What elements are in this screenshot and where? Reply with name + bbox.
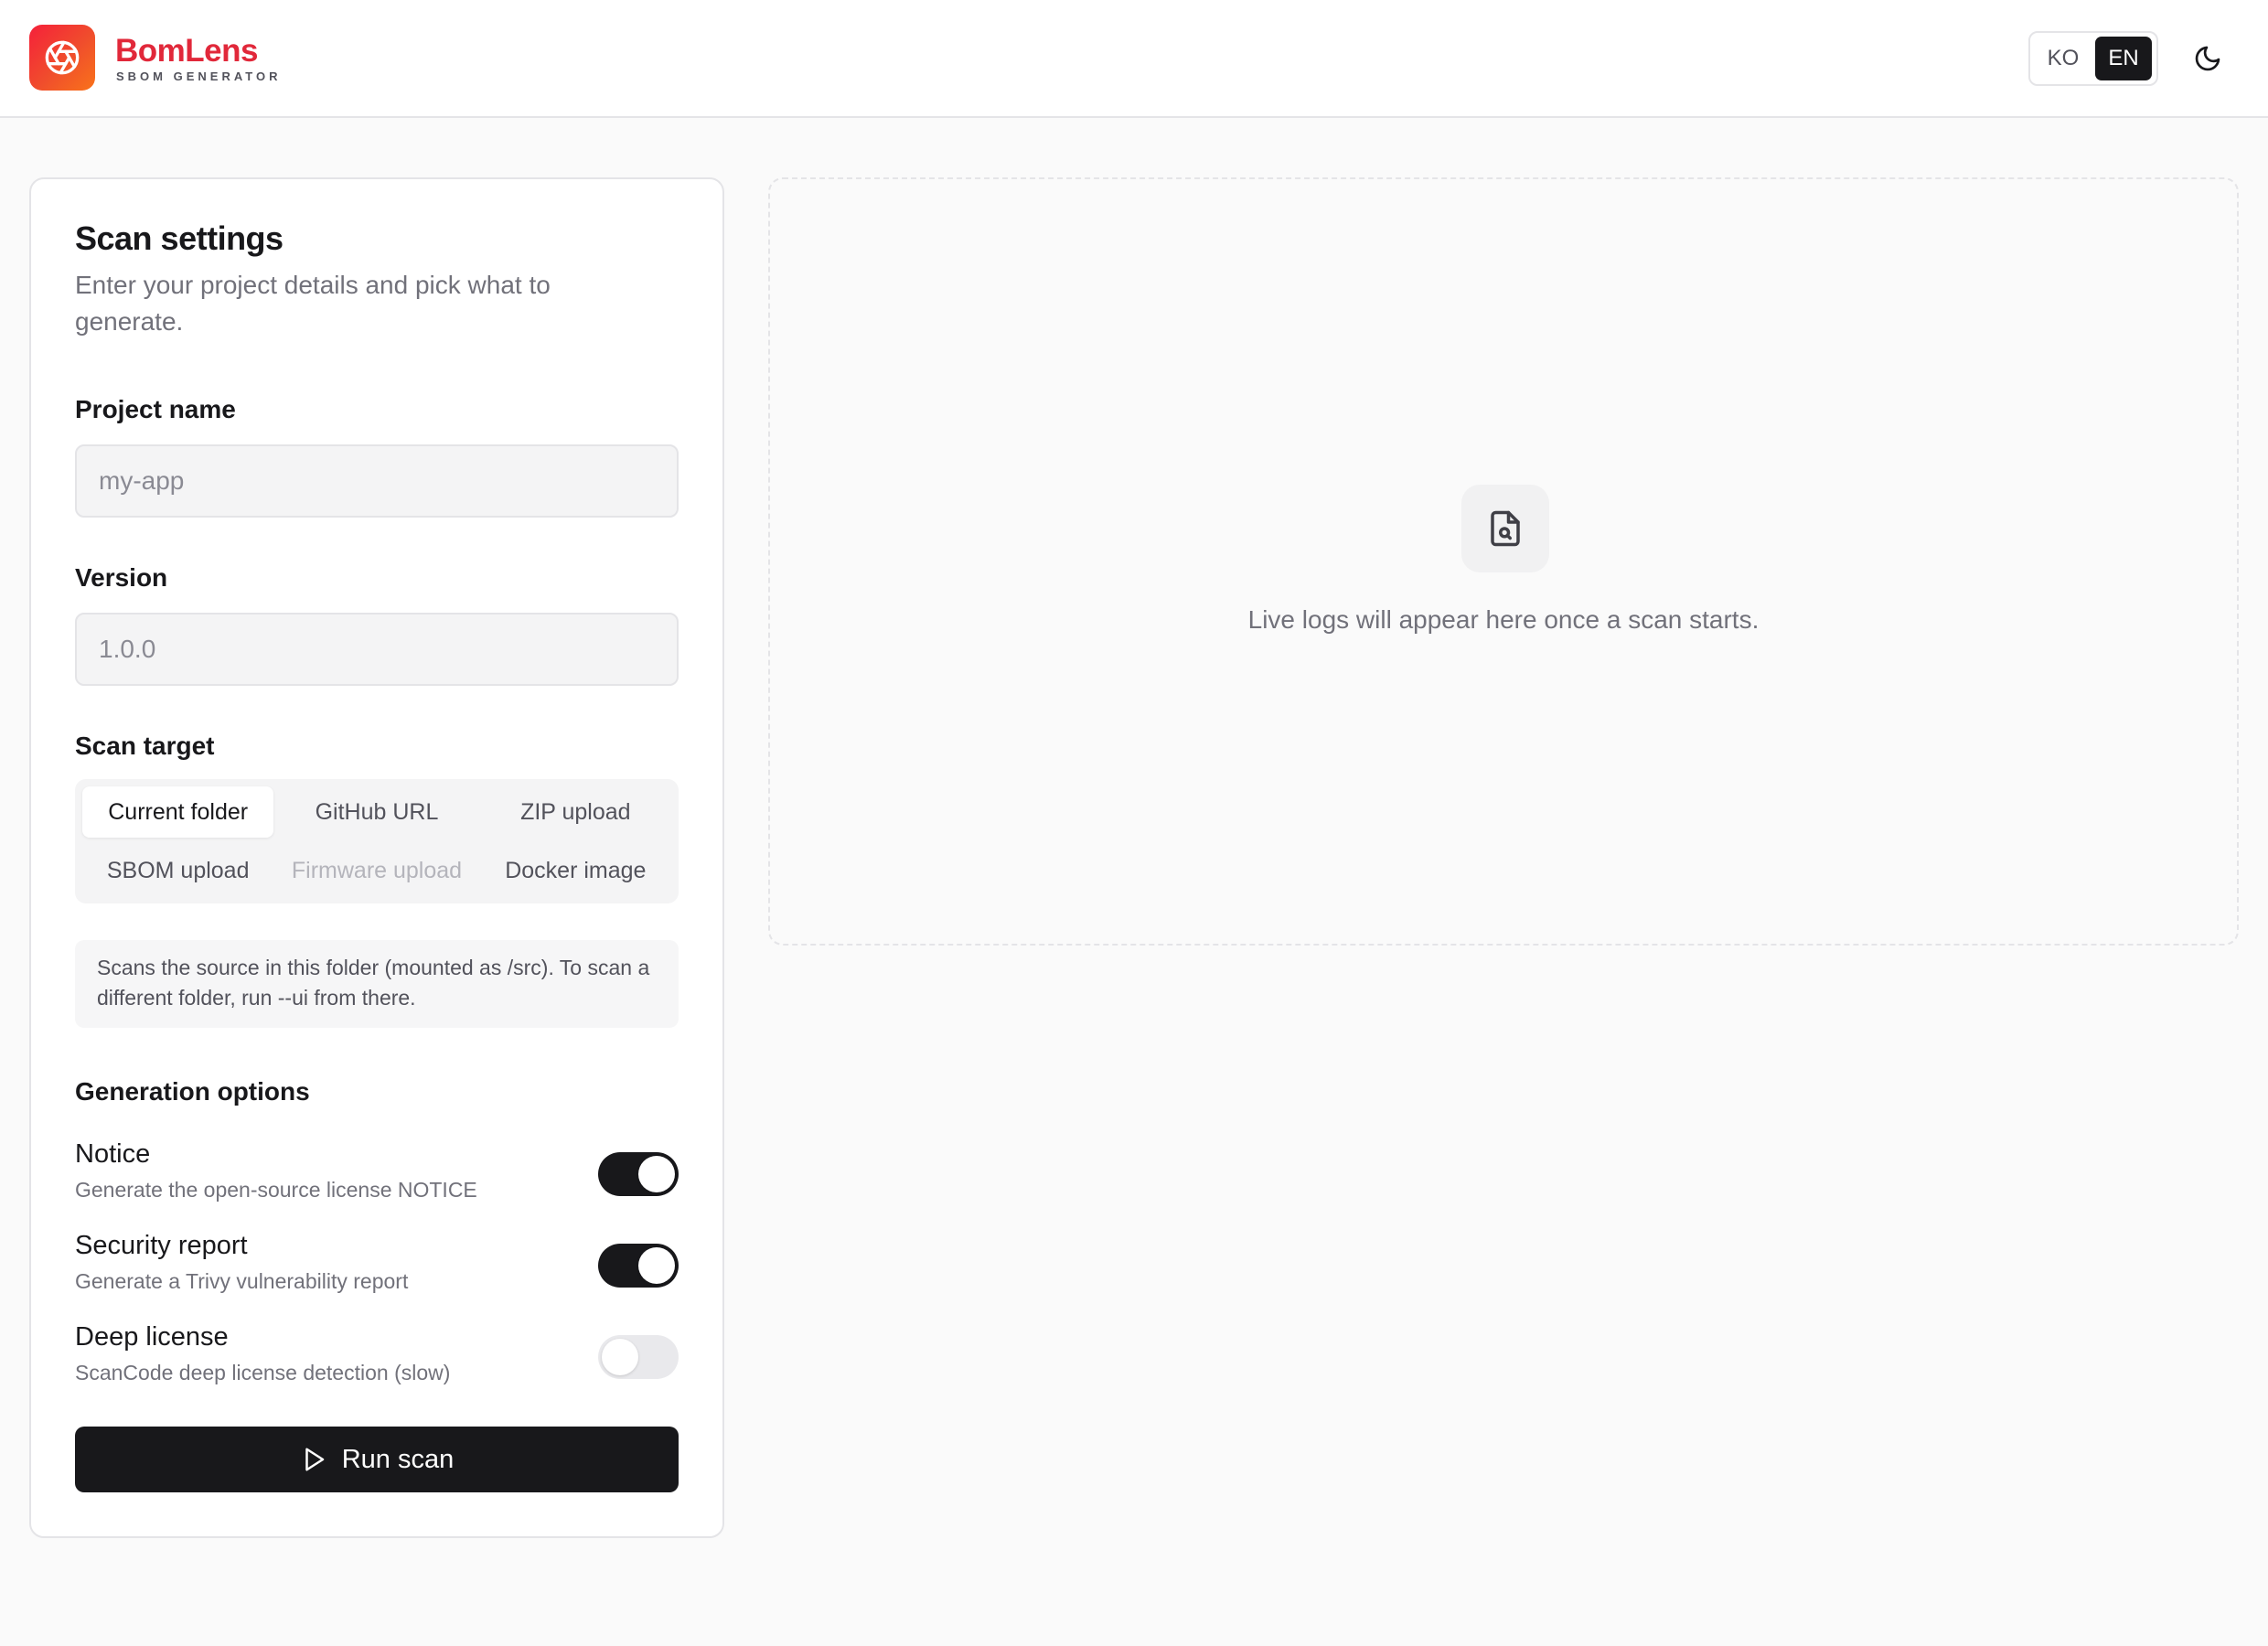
- toggle-knob: [602, 1339, 638, 1375]
- log-placeholder-icon-box: [1461, 485, 1549, 572]
- file-search-icon: [1491, 510, 1520, 547]
- aperture-icon: [45, 40, 80, 75]
- run-scan-label: Run scan: [341, 1444, 455, 1474]
- theme-toggle-button[interactable]: [2186, 37, 2230, 80]
- project-name-label: Project name: [75, 395, 236, 423]
- target-sbom-upload[interactable]: SBOM upload: [82, 845, 273, 896]
- lang-ko-button[interactable]: KO: [2035, 37, 2091, 80]
- lang-en-button[interactable]: EN: [2095, 37, 2152, 80]
- notice-toggle[interactable]: [598, 1152, 679, 1196]
- scan-settings-card: Scan settings Enter your project details…: [29, 177, 724, 1538]
- option-deep-license-title: Deep license: [75, 1322, 229, 1352]
- scan-target-selector: Current folder GitHub URL ZIP upload SBO…: [75, 779, 679, 903]
- live-logs-panel: Live logs will appear here once a scan s…: [768, 177, 2239, 946]
- generation-options-label: Generation options: [75, 1077, 310, 1106]
- project-name-input[interactable]: [75, 444, 679, 518]
- option-notice-title: Notice: [75, 1139, 151, 1169]
- option-security-description: Generate a Trivy vulnerability report: [75, 1269, 409, 1293]
- language-toggle: KO EN: [2028, 31, 2158, 86]
- option-notice-description: Generate the open-source license NOTICE: [75, 1178, 477, 1202]
- scan-target-label: Scan target: [75, 732, 215, 760]
- logs-empty-message: Live logs will appear here once a scan s…: [1247, 605, 1760, 634]
- version-input[interactable]: [75, 613, 679, 686]
- card-description: Enter your project details and pick what…: [75, 271, 551, 336]
- deep-license-toggle[interactable]: [598, 1335, 679, 1379]
- option-security-title: Security report: [75, 1231, 248, 1260]
- target-docker-image[interactable]: Docker image: [480, 845, 671, 896]
- app-logo[interactable]: [29, 25, 95, 91]
- brand-tagline: SBOM GENERATOR: [116, 69, 282, 83]
- option-deep-license-description: ScanCode deep license detection (slow): [75, 1361, 451, 1384]
- scan-target-help: Scans the source in this folder (mounted…: [75, 940, 679, 1028]
- security-report-toggle[interactable]: [598, 1244, 679, 1288]
- card-title: Scan settings: [75, 219, 284, 257]
- brand-name: BomLens: [115, 33, 258, 69]
- moon-icon: [2195, 46, 2220, 71]
- run-scan-button[interactable]: Run scan: [75, 1427, 679, 1492]
- play-icon: [305, 1448, 324, 1471]
- target-zip-upload[interactable]: ZIP upload: [480, 786, 671, 838]
- toggle-knob: [638, 1247, 675, 1284]
- toggle-knob: [638, 1156, 675, 1192]
- top-bar: BomLens SBOM GENERATOR KO EN: [0, 0, 2268, 118]
- target-current-folder[interactable]: Current folder: [82, 786, 274, 838]
- target-firmware-upload: Firmware upload: [291, 857, 463, 883]
- target-github-url[interactable]: GitHub URL: [281, 786, 472, 838]
- version-label: Version: [75, 563, 168, 592]
